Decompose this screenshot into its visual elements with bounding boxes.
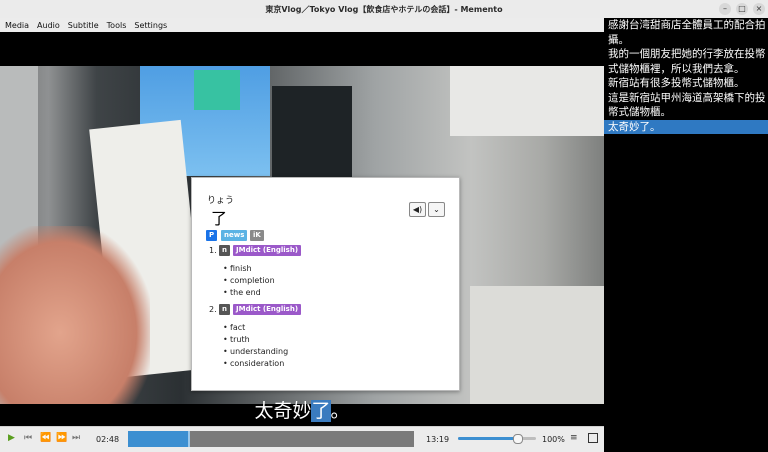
subtitle-list: 感謝台湾甜商店全體員工的配合拍攝。 我的一個朋友把她的行李放在投幣式儲物櫃裡，所… [604,18,768,451]
volume-handle[interactable] [512,434,523,444]
fullscreen-icon[interactable] [588,433,598,443]
chevron-down-icon[interactable]: ⌄ [428,202,445,217]
window-title: 東京Vlog／Tokyo Vlog【飲食店やホテルの会話】- Memento [265,4,503,14]
subtitle-list-item[interactable]: 我的一個朋友把她的行李放在投幣式儲物櫃裡，所以我們去拿。 [604,47,768,76]
sense-number: 1. [209,246,217,255]
speaker-icon[interactable]: ◀) [409,202,426,217]
gloss: completion [223,276,275,285]
subtitle-list-item[interactable]: 新宿站有很多投幣式儲物櫃。 [604,76,768,91]
seek-handle[interactable] [188,431,191,447]
list-icon[interactable]: ≡ [570,433,578,443]
rewind-icon[interactable]: ⏪ [40,433,51,443]
play-icon[interactable]: ▶ [8,433,15,443]
pos-tag: n [219,304,230,315]
subtitle-highlight[interactable]: 了 [311,400,331,422]
dictionary-popup: りょう 了 ◀) ⌄ P news iK 1. n JMdict (Englis… [191,177,460,391]
subtitle-before[interactable]: 太奇妙 [254,400,311,422]
minimize-button[interactable]: – [719,3,731,15]
menu-bar: Media Audio Subtitle Tools Settings [0,18,604,32]
volume-level [458,437,517,440]
menu-subtitle[interactable]: Subtitle [64,21,103,30]
previous-icon[interactable]: ⏮ [24,433,32,443]
dictionary-tag: JMdict (English) [233,304,302,315]
gloss: fact [223,323,245,332]
tag-popular: P [206,230,218,241]
dictionary-tag: JMdict (English) [233,245,302,256]
control-bar: ▶ ⏮ ⏪ ⏩ ⏭ 02:48 13:19 100% ≡ [0,426,604,452]
gloss: truth [223,335,250,344]
close-button[interactable]: × [753,3,765,15]
subtitle-text[interactable]: 太奇妙了。 [0,396,604,423]
total-time: 13:19 [426,435,450,444]
video-green-panel [194,70,240,110]
subtitle-list-item[interactable]: 感謝台湾甜商店全體員工的配合拍攝。 [604,18,768,47]
video-hand [0,226,150,404]
subtitle-after[interactable]: 。 [331,400,350,422]
gloss: consideration [223,359,284,368]
forward-icon[interactable]: ⏩ [56,433,67,443]
seek-progress [128,431,189,447]
next-icon[interactable]: ⏭ [72,433,80,443]
menu-audio[interactable]: Audio [33,21,64,30]
subtitle-list-item[interactable]: 這是新宿站甲州海道高架橋下的投幣式儲物櫃。 [604,91,768,120]
tag-irregular-kanji: iK [250,230,264,241]
video-locker-sign [470,286,604,404]
seek-bar[interactable] [128,431,414,447]
menu-settings[interactable]: Settings [130,21,171,30]
volume-percent: 100% [542,435,565,444]
gloss: the end [223,288,261,297]
subtitle-list-item[interactable]: 太奇妙了。 [604,119,768,134]
sense-number: 2. [209,305,217,314]
gloss: finish [223,264,251,273]
pos-tag: n [219,245,230,256]
menu-media[interactable]: Media [0,21,33,30]
maximize-button[interactable]: □ [736,3,748,15]
menu-tools[interactable]: Tools [103,21,131,30]
current-time: 02:48 [96,435,120,444]
tag-news: news [221,230,248,241]
video-notice-paper [450,66,604,136]
term-expression: 了 [211,209,228,228]
volume-slider[interactable] [458,434,536,444]
gloss: understanding [223,347,288,356]
window-titlebar: 東京Vlog／Tokyo Vlog【飲食店やホテルの会話】- Memento –… [0,0,768,19]
